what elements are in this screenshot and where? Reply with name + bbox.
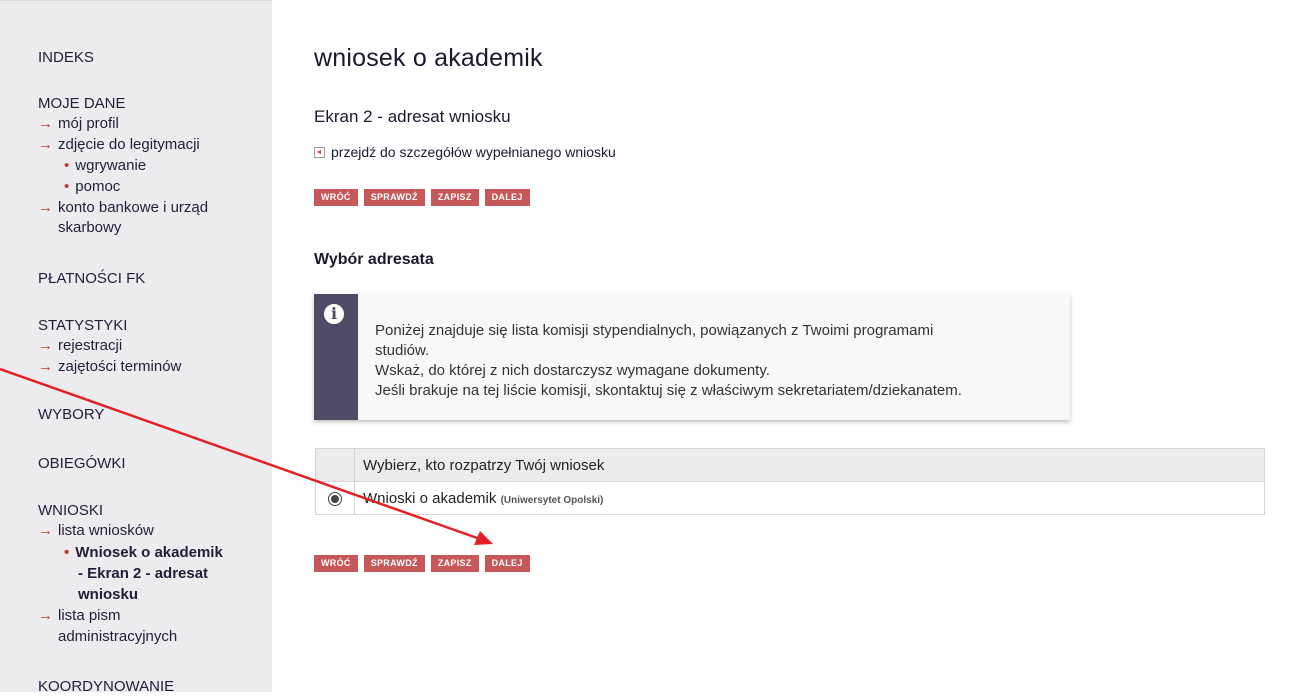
sidebar-section-moje-dane[interactable]: MOJE DANE [38,94,126,114]
sidebar-item-current-wniosek-line2[interactable]: - Ekran 2 - adresat [78,564,208,584]
sidebar-section-koordynowanie[interactable]: KOORDYNOWANIE [38,677,174,697]
sidebar-section-wybory[interactable]: WYBORY [38,405,104,425]
info-icon: i [322,302,346,326]
sidebar-item-zajetosci[interactable]: → zajętości terminów [38,357,181,377]
arrow-right-icon: → [38,522,53,539]
info-strip: i [314,294,358,420]
recipient-table: Wybierz, kto rozpatrzy Twój wniosek Wnio… [315,448,1265,515]
sidebar-item-lista-wnioskow[interactable]: → lista wniosków [38,521,154,541]
table-header: Wybierz, kto rozpatrzy Twój wniosek [354,448,1265,482]
next-button[interactable]: DALEJ [484,555,530,572]
radio-selected[interactable] [328,491,342,506]
check-button[interactable]: SPRAWDŹ [363,189,425,206]
arrow-right-icon: → [38,136,53,153]
sidebar-section-platnosci[interactable]: PŁATNOŚCI FK [38,269,145,289]
sidebar-item-rejestracji[interactable]: → rejestracji [38,336,122,356]
details-link[interactable]: przejdź do szczegółów wypełnianego wnios… [314,144,616,160]
table-header-row: Wybierz, kto rozpatrzy Twój wniosek [315,448,1265,482]
arrow-right-icon: → [38,358,53,375]
sidebar-item-current-wniosek-line3[interactable]: wniosku [78,585,138,605]
sidebar: INDEKS MOJE DANE → mój profil → zdjęcie do… [0,0,272,695]
sidebar-item-zdjecie[interactable]: → zdjęcie do legitymacji [38,135,200,155]
sidebar-item-konto-bankowe[interactable]: → konto bankowe i urząd [38,198,208,218]
sidebar-section-indeks[interactable]: INDEKS [38,48,94,68]
arrow-right-icon: → [38,607,53,624]
bullet-icon: • [64,544,70,561]
bullet-icon: • [64,157,70,174]
screen-subtitle: Ekran 2 - adresat wniosku [314,107,511,126]
sidebar-item-moj-profil[interactable]: → mój profil [38,114,119,134]
top-button-row: WRÓĆ SPRAWDŹ ZAPISZ DALEJ [314,189,530,206]
next-button[interactable]: DALEJ [484,189,530,206]
check-button[interactable]: SPRAWDŹ [363,555,425,572]
recipient-option[interactable]: Wnioski o akademik (Uniwersytet Opolski) [354,481,1265,515]
recipient-org: (Uniwersytet Opolski) [500,494,604,506]
sidebar-item-pomoc[interactable]: • pomoc [64,177,120,197]
sidebar-item-wgrywanie[interactable]: • wgrywanie [64,156,146,176]
sidebar-section-obiegowki[interactable]: OBIEGÓWKI [38,454,126,474]
sidebar-item-current-wniosek[interactable]: • Wniosek o akademik [64,543,223,563]
section-heading: Wybór adresata [314,251,434,268]
info-text: Poniżej znajduje się lista komisji stype… [375,322,962,399]
info-box: i Poniżej znajduje się lista komisji sty… [314,294,1070,420]
sidebar-item-konto-bankowe-cont[interactable]: skarbowy [58,218,121,238]
page-title: wniosek o akademik [314,44,543,72]
save-button[interactable]: ZAPISZ [430,555,479,572]
back-button[interactable]: WRÓĆ [314,189,358,206]
arrow-right-icon: → [38,115,53,132]
arrow-right-icon: → [38,337,53,354]
sidebar-item-lista-pism-cont[interactable]: administracyjnych [58,627,177,647]
bottom-button-row: WRÓĆ SPRAWDŹ ZAPISZ DALEJ [314,555,530,572]
bullet-icon: • [64,178,70,195]
table-row[interactable]: Wnioski o akademik (Uniwersytet Opolski) [315,481,1265,515]
expand-icon[interactable] [314,146,325,158]
sidebar-item-lista-pism[interactable]: → lista pism [38,606,121,626]
sidebar-section-wnioski[interactable]: WNIOSKI [38,501,103,521]
sidebar-section-statystyki[interactable]: STATYSTYKI [38,316,127,336]
arrow-head [474,531,493,545]
save-button[interactable]: ZAPISZ [430,189,479,206]
back-button[interactable]: WRÓĆ [314,555,358,572]
arrow-right-icon: → [38,199,53,216]
